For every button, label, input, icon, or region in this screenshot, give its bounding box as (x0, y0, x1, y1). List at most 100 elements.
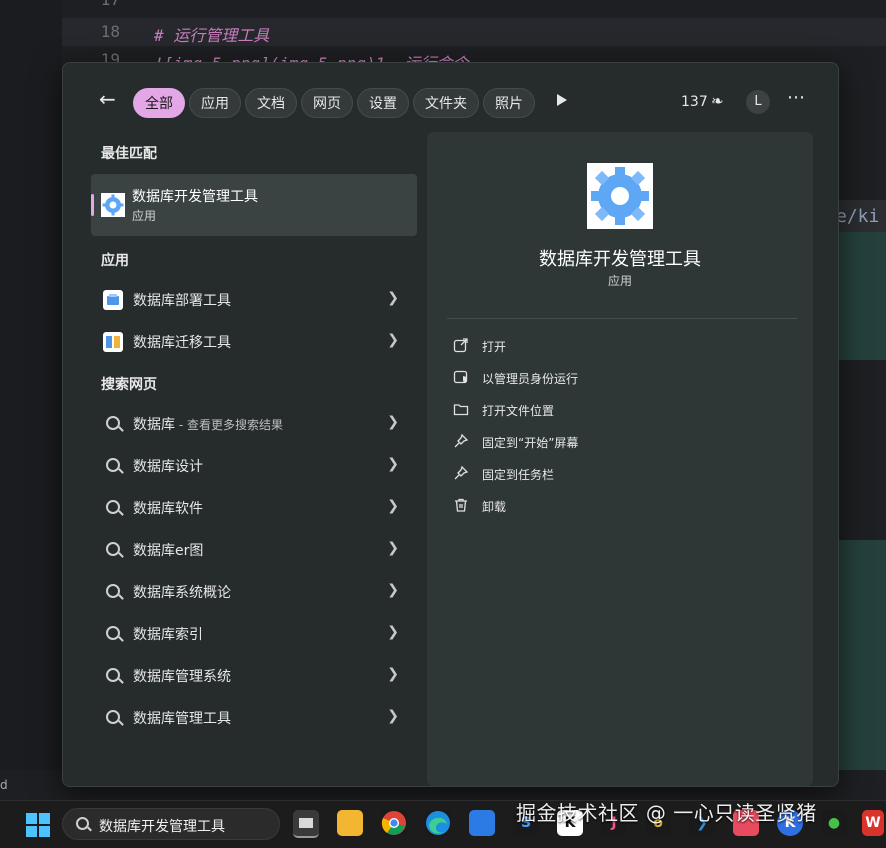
search-icon (106, 710, 120, 724)
store-icon[interactable] (469, 810, 495, 836)
web-result-label: 数据库管理系统 (133, 669, 231, 685)
pin-icon (454, 433, 469, 448)
line-number: 18 (100, 22, 120, 41)
section-web-search: 搜索网页 (101, 377, 157, 393)
web-result-item[interactable]: 数据库管理系统 ❯ (91, 657, 417, 693)
action-uninstall[interactable]: 卸载 (453, 494, 753, 520)
chevron-right-icon: ❯ (387, 666, 399, 682)
chrome-icon[interactable] (381, 810, 407, 836)
status-text: d (0, 778, 8, 792)
chevron-right-icon: ❯ (387, 540, 399, 556)
db-dev-tool-app-icon (101, 193, 125, 217)
action-label: 打开文件位置 (482, 404, 555, 418)
search-icon (106, 416, 120, 430)
line-code: # 运行管理工具 (154, 26, 270, 45)
line-number: 17 (80, 0, 120, 9)
web-result-label: 数据库系统概论 (133, 585, 231, 601)
editor-highlight-block (838, 540, 886, 770)
chevron-right-icon: ❯ (387, 708, 399, 724)
db-deploy-app-icon (103, 290, 123, 310)
more-options-icon[interactable]: ⋯ (787, 87, 806, 108)
arrow-left-icon[interactable]: ← (99, 89, 116, 109)
filter-tab-settings[interactable]: 设置 (357, 88, 409, 118)
folder-icon (453, 404, 469, 416)
action-label: 固定到任务栏 (482, 468, 555, 482)
rewards-points[interactable]: 137 (681, 94, 708, 110)
action-run-as-admin[interactable]: 以管理员身份运行 (453, 366, 753, 392)
app-result-item[interactable]: 数据库迁移工具 ❯ (91, 323, 417, 359)
chevron-right-icon: ❯ (387, 332, 399, 348)
filter-tab-all[interactable]: 全部 (133, 88, 185, 118)
web-result-item[interactable]: 数据库er图 ❯ (91, 531, 417, 567)
web-result-label: 数据库索引 (133, 627, 203, 643)
chevron-right-icon: ❯ (387, 456, 399, 472)
action-label: 固定到“开始”屏幕 (482, 436, 579, 450)
web-result-label: 数据库软件 (133, 501, 203, 517)
taskbar-search-box[interactable]: 数据库开发管理工具 (62, 808, 280, 840)
divider (447, 318, 797, 319)
wechat-icon[interactable]: ● (821, 810, 847, 836)
play-more-filters-icon[interactable] (557, 94, 567, 106)
filter-tab-documents[interactable]: 文档 (245, 88, 297, 118)
filter-tab-web[interactable]: 网页 (301, 88, 353, 118)
detail-title: 数据库开发管理工具 (539, 249, 701, 270)
action-open[interactable]: 打开 (453, 334, 753, 360)
app-result-item[interactable]: 数据库部署工具 ❯ (91, 281, 417, 317)
windows-start-icon[interactable] (26, 813, 50, 837)
filter-bar: ← 全部 应用 文档 网页 设置 文件夹 照片 137 ❧ L ⋯ (63, 63, 838, 127)
action-label: 以管理员身份运行 (482, 372, 579, 386)
search-icon (76, 817, 89, 830)
web-result-item[interactable]: 数据库 - 查看更多搜索结果 ❯ (91, 405, 417, 441)
wps-icon[interactable]: W (862, 810, 884, 836)
best-match-title: 数据库开发管理工具 (132, 189, 258, 205)
avatar[interactable]: L (746, 90, 770, 114)
db-dev-tool-large-icon (587, 163, 653, 229)
editor-line: 18 # 运行管理工具 (62, 18, 886, 46)
result-detail-pane: 数据库开发管理工具 应用 打开 以管理员身份运行 打开文件位置 固定到“开始”屏… (427, 132, 813, 786)
open-external-icon (453, 338, 468, 353)
web-result-item[interactable]: 数据库设计 ❯ (91, 447, 417, 483)
web-result-item[interactable]: 数据库系统概论 ❯ (91, 573, 417, 609)
filter-tab-apps[interactable]: 应用 (189, 88, 241, 118)
section-apps: 应用 (101, 253, 129, 269)
search-icon (106, 542, 120, 556)
shield-admin-icon (453, 370, 468, 384)
web-result-label: 数据库 - 查看更多搜索结果 (133, 417, 283, 433)
editor-line: 17 (62, 0, 886, 18)
edge-icon[interactable] (425, 810, 451, 836)
filter-tab-photos[interactable]: 照片 (483, 88, 535, 118)
web-result-label: 数据库管理工具 (133, 711, 231, 727)
chevron-right-icon: ❯ (387, 624, 399, 640)
chevron-right-icon: ❯ (387, 290, 399, 306)
action-pin-to-start[interactable]: 固定到“开始”屏幕 (453, 430, 753, 456)
windows-search-panel: ← 全部 应用 文档 网页 设置 文件夹 照片 137 ❧ L ⋯ 最佳匹配 数… (62, 62, 839, 787)
web-result-item[interactable]: 数据库软件 ❯ (91, 489, 417, 525)
web-result-label: 数据库er图 (133, 543, 204, 559)
detail-type: 应用 (607, 274, 632, 288)
section-best-match: 最佳匹配 (101, 146, 157, 162)
best-match-item[interactable]: 数据库开发管理工具 应用 (91, 174, 417, 236)
task-view-icon[interactable] (293, 810, 319, 838)
action-pin-to-taskbar[interactable]: 固定到任务栏 (453, 462, 753, 488)
chevron-right-icon: ❯ (387, 582, 399, 598)
file-explorer-icon[interactable] (337, 810, 363, 836)
filter-tab-folders[interactable]: 文件夹 (413, 88, 479, 118)
taskbar-search-value[interactable]: 数据库开发管理工具 (99, 816, 225, 836)
web-result-label: 数据库设计 (133, 459, 203, 475)
search-icon (106, 626, 120, 640)
chevron-right-icon: ❯ (387, 414, 399, 430)
action-label: 卸载 (482, 500, 507, 514)
medal-icon[interactable]: ❧ (711, 92, 724, 110)
action-label: 打开 (482, 340, 507, 354)
editor-code-snippet: e/ki (836, 206, 880, 227)
web-result-item[interactable]: 数据库管理工具 ❯ (91, 699, 417, 735)
search-icon (106, 668, 120, 682)
chevron-right-icon: ❯ (387, 498, 399, 514)
web-result-item[interactable]: 数据库索引 ❯ (91, 615, 417, 651)
db-migrate-app-icon (103, 332, 123, 352)
pin-icon (454, 465, 469, 480)
action-open-file-location[interactable]: 打开文件位置 (453, 398, 753, 424)
trash-icon (455, 498, 467, 512)
app-result-label: 数据库部署工具 (133, 293, 231, 309)
best-match-type: 应用 (132, 209, 157, 223)
